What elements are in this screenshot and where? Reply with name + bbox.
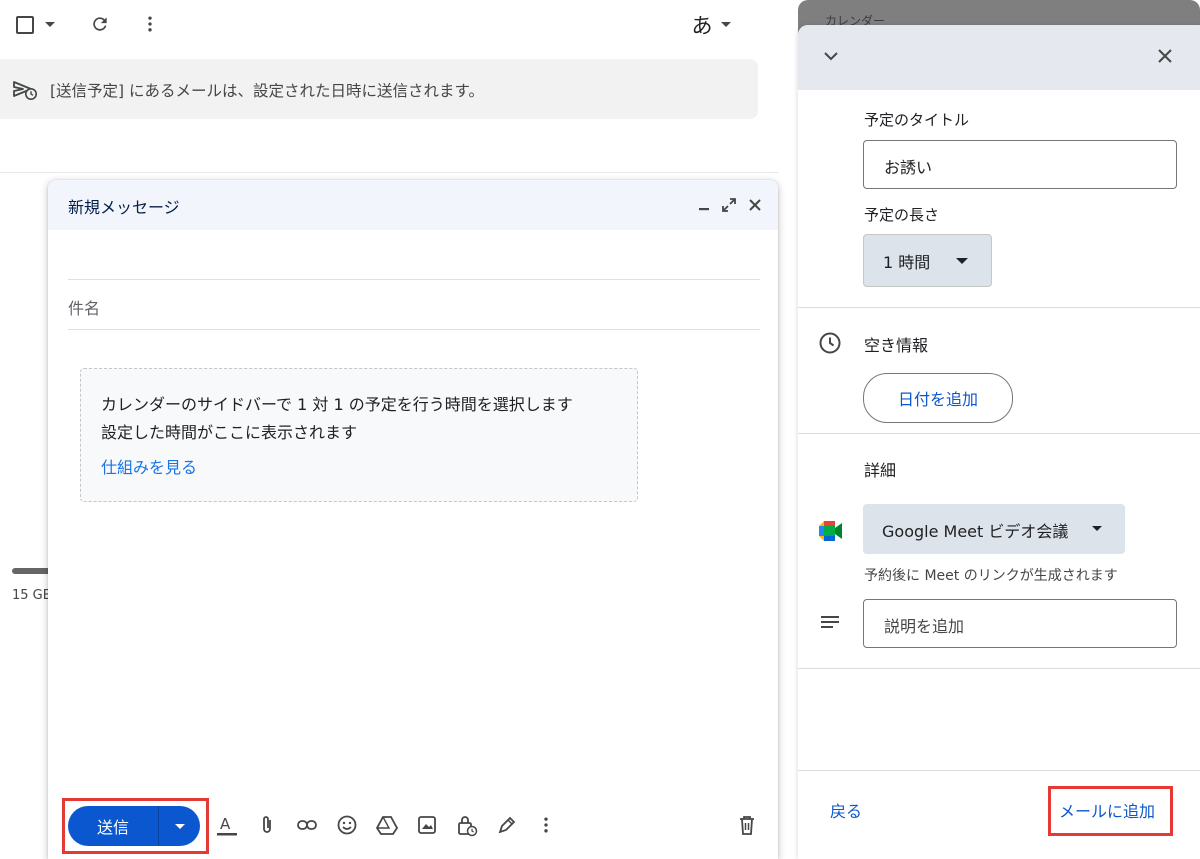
close-icon[interactable] (744, 194, 766, 216)
divider (0, 172, 778, 173)
subject-field[interactable]: 件名 (68, 280, 760, 330)
chevron-down-icon (956, 258, 968, 264)
calendar-panel-header (798, 25, 1200, 90)
details-label: 詳細 (864, 461, 897, 480)
scheduled-send-banner: [送信予定] にあるメールは、設定された日時に送信されます。 (0, 59, 758, 119)
close-icon[interactable] (1154, 45, 1176, 67)
subject-placeholder: 件名 (68, 299, 101, 318)
event-duration-label: 予定の長さ (864, 206, 940, 224)
chevron-down-icon (1092, 526, 1102, 531)
storage-usage-bar (12, 568, 52, 574)
refresh-icon[interactable] (88, 12, 112, 36)
recipients-field[interactable] (68, 230, 760, 280)
conferencing-value: Google Meet ビデオ会議 (882, 522, 1069, 541)
learn-how-it-works-link[interactable]: 仕組みを見る (101, 454, 197, 478)
expand-icon[interactable] (718, 194, 740, 216)
storage-usage-text: 15 GB (12, 588, 52, 603)
compose-title: 新規メッセージ (68, 198, 180, 217)
send-highlight-box (62, 798, 209, 854)
more-options-icon[interactable] (534, 813, 558, 837)
meet-link-note: 予約後に Meet のリンクが生成されます (864, 568, 1118, 584)
input-method-chevron-icon[interactable] (721, 22, 731, 27)
compose-header: 新規メッセージ (48, 180, 778, 230)
text-format-icon[interactable]: A (215, 813, 239, 837)
attach-file-icon[interactable] (255, 813, 279, 837)
signature-icon[interactable] (495, 813, 519, 837)
time-slot-placeholder-box: カレンダーのサイドバーで 1 対 1 の予定を行う時間を選択します 設定した時間… (80, 368, 638, 502)
section-divider (798, 433, 1200, 434)
back-link[interactable]: 戻る (830, 798, 862, 822)
insert-photo-icon[interactable] (415, 813, 439, 837)
input-method-indicator[interactable]: あ (688, 10, 716, 40)
mail-toolbar: あ (0, 0, 778, 50)
slot-instruction-line2: 設定した時間がここに表示されます (101, 423, 358, 442)
discard-draft-icon[interactable] (735, 813, 759, 837)
svg-text:A: A (220, 815, 231, 833)
calendar-side-panel: 予定のタイトル お誘い 予定の長さ 1 時間 空き情報 日付を追加 詳細 Goo… (798, 25, 1200, 859)
availability-label: 空き情報 (864, 336, 929, 355)
event-duration-value: 1 時間 (883, 253, 931, 272)
add-to-mail-highlight-box (1048, 786, 1173, 836)
compose-window: 新規メッセージ 件名 カレンダーのサイドバーで 1 対 1 の予定を行う時間を選… (48, 180, 778, 859)
event-title-value: お誘い (884, 158, 933, 177)
select-dropdown-chevron-icon[interactable] (45, 22, 55, 27)
collapse-chevron-icon[interactable] (820, 45, 842, 67)
google-meet-icon (818, 520, 842, 544)
select-all-checkbox[interactable] (16, 16, 34, 34)
more-options-icon[interactable] (138, 12, 162, 36)
section-divider (798, 307, 1200, 308)
emoji-icon[interactable] (335, 813, 359, 837)
confidential-mode-icon[interactable] (455, 813, 479, 837)
description-input[interactable]: 説明を追加 (863, 599, 1177, 648)
insert-link-icon[interactable] (295, 813, 319, 837)
description-icon (818, 611, 842, 635)
clock-icon (818, 331, 842, 355)
scheduled-send-icon (12, 78, 38, 102)
description-placeholder: 説明を追加 (884, 617, 965, 636)
google-drive-icon[interactable] (375, 813, 399, 837)
slot-instruction-line1: カレンダーのサイドバーで 1 対 1 の予定を行う時間を選択します (101, 395, 573, 414)
event-title-input[interactable]: お誘い (863, 140, 1177, 189)
add-date-button[interactable]: 日付を追加 (863, 373, 1013, 423)
event-title-label: 予定のタイトル (864, 111, 970, 129)
minimize-icon[interactable] (693, 194, 715, 216)
section-divider (798, 770, 1200, 771)
scheduled-send-banner-text: [送信予定] にあるメールは、設定された日時に送信されます。 (50, 82, 484, 100)
section-divider (798, 668, 1200, 669)
conferencing-select[interactable]: Google Meet ビデオ会議 (863, 504, 1125, 554)
event-duration-select[interactable]: 1 時間 (863, 234, 992, 287)
